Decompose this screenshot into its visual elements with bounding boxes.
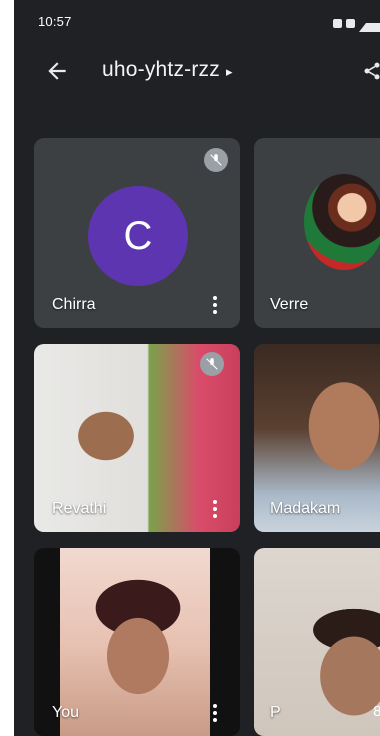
more-vert-icon[interactable]: [212, 500, 218, 518]
participant-name: P: [270, 704, 281, 721]
participant-name: Madakam: [270, 500, 341, 517]
status-bar: 10:57: [14, 0, 380, 42]
participant-tile[interactable]: P 8 o: [254, 548, 380, 736]
mic-off-icon: [200, 352, 224, 376]
notification-icon: [333, 18, 342, 28]
participant-tile[interactable]: Verre: [254, 138, 380, 328]
participant-name: Chirra: [52, 296, 96, 313]
participant-name: Verre: [270, 296, 309, 313]
avatar: [304, 174, 380, 270]
participant-name: You: [52, 704, 79, 721]
status-icons: [333, 14, 380, 32]
notification-icon: [346, 18, 355, 28]
arrow-back-icon[interactable]: [44, 58, 70, 84]
participant-name: Revathi: [52, 500, 107, 517]
share-icon[interactable]: [362, 60, 380, 82]
more-vert-icon[interactable]: [212, 704, 218, 722]
mic-off-icon: [204, 148, 228, 172]
avatar: C: [88, 186, 188, 286]
video-feed: [60, 548, 210, 736]
meet-screen: 10:57 uho-yhtz-rzz ▸ C Chirra Verre Reva…: [14, 0, 380, 736]
meeting-code[interactable]: uho-yhtz-rzz ▸: [102, 58, 233, 82]
more-vert-icon[interactable]: [212, 296, 218, 314]
status-time: 10:57: [38, 14, 72, 29]
participant-tile[interactable]: Revathi: [34, 344, 240, 532]
participant-tile[interactable]: Madakam: [254, 344, 380, 532]
top-bar: uho-yhtz-rzz ▸: [14, 48, 380, 96]
participant-tile[interactable]: You: [34, 548, 240, 736]
chevron-right-icon: ▸: [225, 64, 233, 79]
signal-icon: [359, 14, 380, 32]
meeting-code-text: uho-yhtz-rzz: [102, 58, 220, 81]
more-participants-count[interactable]: 8 o: [373, 703, 380, 720]
participant-tile[interactable]: C Chirra: [34, 138, 240, 328]
